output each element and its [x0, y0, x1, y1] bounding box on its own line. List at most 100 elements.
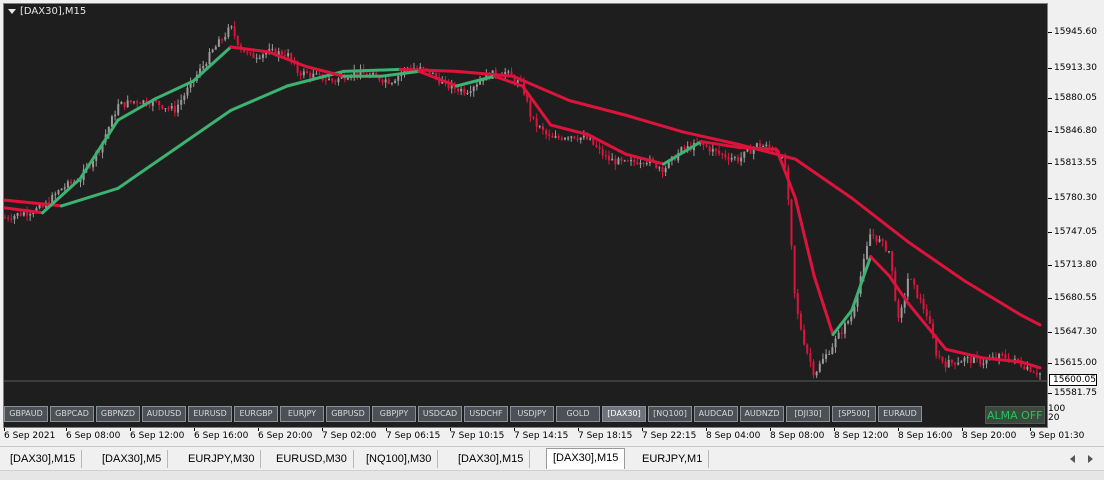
- symbol-button[interactable]: [SP500]: [832, 406, 876, 422]
- candle-body: [7, 217, 10, 219]
- chart-tab[interactable]: [DAX30],M15: [546, 448, 626, 469]
- candle-body: [828, 353, 831, 355]
- terminal-window: [DAX30],M15 15945.60 15913.30 15880.05 1584…: [0, 0, 1104, 480]
- alma-fast-line-segment: [379, 69, 421, 78]
- symbol-button[interactable]: GBPNZD: [96, 406, 140, 422]
- candle-body: [865, 245, 868, 259]
- candle-body: [54, 193, 57, 195]
- candle-body: [60, 188, 63, 191]
- candle-body: [551, 136, 554, 138]
- candle-body: [469, 91, 472, 93]
- alma-fast-line-segment: [982, 356, 1023, 364]
- symbol-button[interactable]: USDCHF: [464, 406, 508, 422]
- candle-body: [922, 299, 925, 310]
- candle-body: [630, 160, 633, 162]
- candle-body: [623, 160, 626, 162]
- candle-body: [38, 204, 41, 209]
- candle-body: [466, 92, 469, 94]
- symbol-button[interactable]: EURGBP: [234, 406, 278, 422]
- symbol-button[interactable]: GBPUSD: [326, 406, 370, 422]
- symbol-button[interactable]: GBPCAD: [50, 406, 94, 422]
- candle-body: [724, 154, 727, 158]
- symbol-button[interactable]: GBPAUD: [4, 406, 48, 422]
- symbol-button[interactable]: GOLD: [556, 406, 600, 422]
- price-axis[interactable]: 15945.60 15913.30 15880.05 15846.80 15813.55…: [1048, 3, 1104, 428]
- symbol-button[interactable]: EURUSD: [188, 406, 232, 422]
- candle-body: [394, 80, 397, 83]
- candle-body: [255, 57, 258, 59]
- chart-tab[interactable]: [DAX30],M15: [452, 450, 531, 468]
- candle-body: [261, 54, 264, 58]
- symbol-button[interactable]: AUDCAD: [694, 406, 738, 422]
- alma-slow-line-segment: [511, 74, 572, 103]
- candle-body: [711, 148, 714, 152]
- scroll-right-icon[interactable]: [1088, 455, 1093, 463]
- candle-body: [173, 106, 176, 113]
- chart-tab[interactable]: [DAX30],M15: [4, 450, 83, 468]
- time-axis-label: 8 Sep 16:00: [898, 428, 953, 441]
- alma-slow-line-segment: [850, 196, 910, 244]
- candle-body: [541, 126, 544, 130]
- price-axis-label: 15581.75: [1048, 388, 1097, 398]
- candle-body: [397, 76, 400, 81]
- dropdown-triangle-icon[interactable]: [8, 8, 16, 14]
- symbol-button[interactable]: [NQ100]: [648, 406, 692, 422]
- chart-tab[interactable]: EURUSD,M30: [270, 450, 354, 468]
- candle-body: [762, 146, 765, 148]
- candle-body: [604, 155, 607, 157]
- symbol-button[interactable]: AUDUSD: [142, 406, 186, 422]
- chart-tab[interactable]: [DAX30],M5: [96, 450, 169, 468]
- candle-body: [815, 371, 818, 376]
- candle-body: [730, 158, 733, 160]
- scroll-left-icon[interactable]: [1070, 455, 1075, 463]
- candle-body: [384, 79, 387, 83]
- symbol-button[interactable]: GBPJPY: [372, 406, 416, 422]
- candle-body: [1032, 371, 1035, 373]
- time-axis[interactable]: 6 Sep 2021 6 Sep 08:00 6 Sep 12:00 6 Sep 16…: [0, 428, 1104, 444]
- chart-tab[interactable]: EURJPY,M1: [636, 450, 710, 468]
- price-axis-label: 15913.30: [1048, 63, 1097, 73]
- candle-body: [614, 158, 617, 165]
- candle-body: [718, 150, 721, 154]
- candle-body: [708, 146, 711, 152]
- symbol-button[interactable]: USDJPY: [510, 406, 554, 422]
- chart-tab[interactable]: [NQ100],M30: [360, 450, 439, 468]
- symbol-button[interactable]: EURAUD: [878, 406, 922, 422]
- candle-body: [29, 214, 32, 216]
- candle-body: [19, 213, 22, 216]
- symbol-button[interactable]: EURJPY: [280, 406, 324, 422]
- alma-fast-line-segment: [737, 145, 779, 151]
- candle-body: [796, 293, 799, 314]
- candle-body: [733, 157, 736, 159]
- alma-slow-line-segment: [116, 147, 176, 190]
- candle-body: [736, 157, 739, 162]
- chart-title[interactable]: [DAX30],M15: [8, 6, 86, 17]
- candle-body: [821, 358, 824, 364]
- chart-tab[interactable]: EURJPY,M30: [182, 450, 262, 468]
- price-axis-label: 15780.30: [1048, 193, 1097, 203]
- alma-fast-line-segment: [549, 123, 590, 137]
- candle-body: [315, 73, 318, 75]
- candle-body: [280, 51, 283, 56]
- chart-area[interactable]: [DAX30],M15 15945.60 15913.30 15880.05 1584…: [0, 0, 1104, 445]
- candle-body: [180, 100, 183, 105]
- candle-body: [875, 235, 878, 242]
- symbol-button[interactable]: USDCAD: [418, 406, 462, 422]
- candle-body: [598, 146, 601, 149]
- candle-body: [636, 162, 639, 165]
- symbol-button[interactable]: [DJI30]: [786, 406, 830, 422]
- candle-body: [938, 355, 941, 357]
- alma-toggle-button[interactable]: ALMA OFF: [985, 406, 1045, 424]
- alma-slow-line-segment: [568, 99, 628, 117]
- candle-body: [70, 181, 73, 184]
- candle-body: [633, 160, 636, 163]
- symbol-button[interactable]: AUDNZD: [740, 406, 784, 422]
- candle-body: [560, 137, 563, 140]
- candle-body: [664, 167, 667, 173]
- alma-fast-line-segment: [662, 140, 703, 166]
- candle-body: [831, 347, 834, 354]
- candle-body: [1035, 372, 1038, 375]
- candle-body: [13, 215, 16, 220]
- symbol-button[interactable]: [DAX30]: [602, 406, 646, 422]
- price-axis-label: 15813.55: [1048, 158, 1097, 168]
